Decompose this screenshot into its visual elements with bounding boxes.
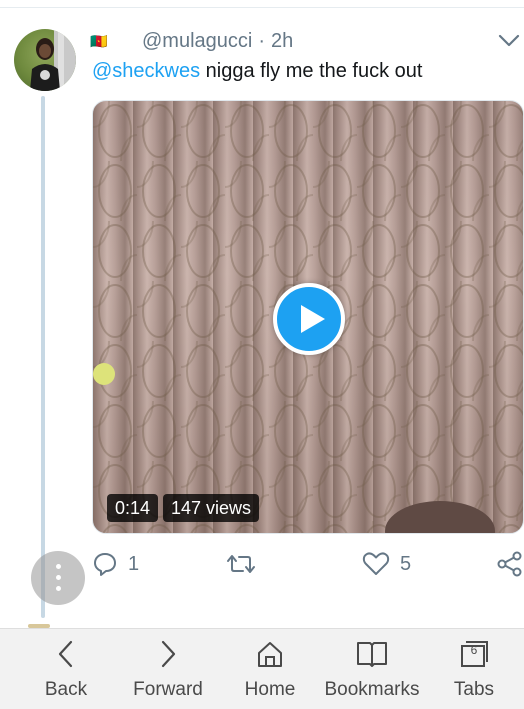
dot <box>56 564 61 569</box>
floating-menu-button[interactable] <box>31 551 85 605</box>
like-count: 5 <box>400 552 412 575</box>
back-label: Back <box>44 679 88 700</box>
home-icon <box>258 642 282 667</box>
video-duration: 0:14 <box>107 494 159 522</box>
tabs-label: Tabs <box>453 679 495 700</box>
tweet-header: 🇨🇲 @mulagucci · 2h <box>90 28 524 54</box>
video-highlight <box>93 363 115 385</box>
play-button[interactable] <box>273 283 345 355</box>
tweet-actions: 1 5 <box>92 546 524 582</box>
tweet-text: @sheckwes nigga fly me the fuck out <box>92 60 422 83</box>
bookmarks-button[interactable]: Bookmarks <box>320 629 424 709</box>
user-handle[interactable]: @mulagucci <box>142 30 252 53</box>
forward-button[interactable]: Forward <box>116 629 220 709</box>
separator: · <box>258 29 266 52</box>
play-icon <box>301 305 325 333</box>
share-button[interactable] <box>496 546 524 582</box>
avatar[interactable] <box>14 29 76 91</box>
mention-link[interactable]: @sheckwes <box>92 60 200 82</box>
heart-icon <box>362 552 390 575</box>
thread-line <box>41 96 45 618</box>
video-views: 147 views <box>163 494 260 522</box>
like-button[interactable]: 5 <box>362 546 411 582</box>
chevron-left-icon <box>58 640 73 668</box>
back-button[interactable]: Back <box>14 629 118 709</box>
forward-label: Forward <box>133 679 203 700</box>
display-name[interactable]: 🇨🇲 <box>90 33 134 50</box>
twitter-page: 🇨🇲 @mulagucci · 2h @sheckwes nigga fly m… <box>0 0 524 709</box>
chevron-right-icon <box>161 640 176 668</box>
video-player[interactable]: 0:14 147 views <box>92 100 524 534</box>
bookmarks-label: Bookmarks <box>324 679 420 700</box>
dot <box>56 575 61 580</box>
home-label: Home <box>244 679 296 700</box>
tweet-body: nigga fly me the fuck out <box>200 60 423 82</box>
divider <box>0 7 524 8</box>
retweet-icon <box>227 555 255 573</box>
reply-button[interactable]: 1 <box>92 546 139 582</box>
share-icon <box>497 551 522 577</box>
tabs-count: 6 <box>470 643 478 657</box>
tabs-button[interactable]: 6 Tabs <box>422 629 524 709</box>
chevron-down-icon[interactable] <box>494 28 524 54</box>
browser-bottom-bar: Back Forward Home Bookmarks 6 Tabs <box>0 628 524 709</box>
reply-count: 1 <box>128 552 140 575</box>
dot <box>56 586 61 591</box>
reply-icon <box>94 553 116 576</box>
home-button[interactable]: Home <box>218 629 322 709</box>
avatar-image <box>30 29 76 91</box>
book-icon <box>357 642 387 667</box>
timestamp[interactable]: 2h <box>271 30 293 53</box>
retweet-button[interactable] <box>226 546 266 582</box>
